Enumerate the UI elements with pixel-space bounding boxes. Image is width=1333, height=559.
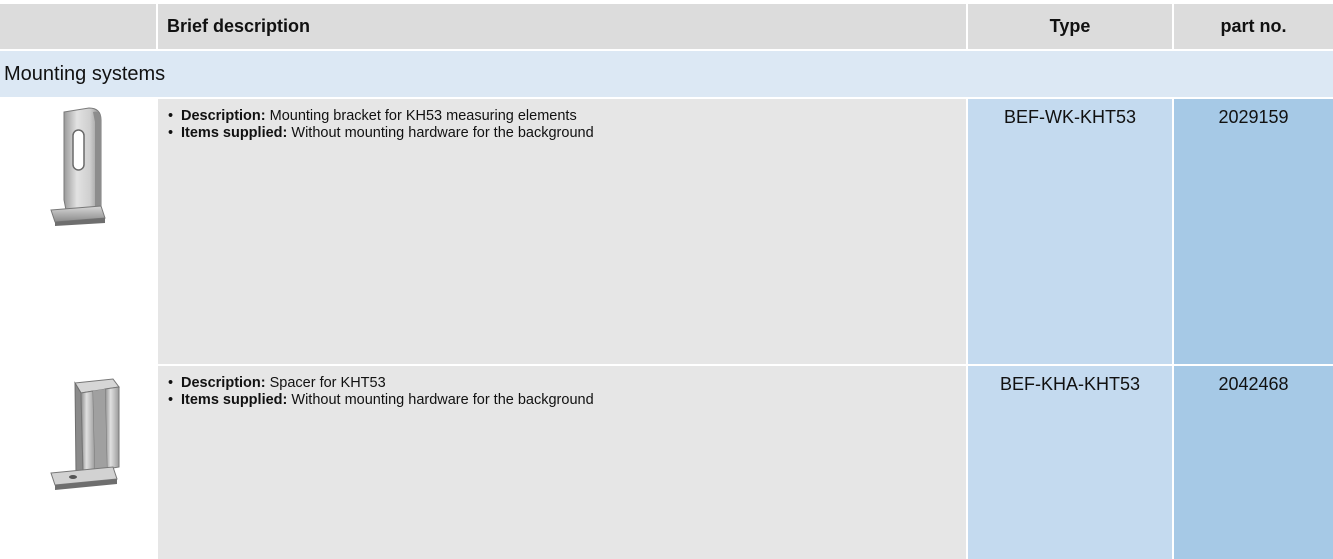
bullet-text: Spacer for KHT53 — [265, 375, 386, 391]
list-item: Items supplied: Without mounting hardwar… — [168, 392, 966, 409]
bullet-label: Items supplied: — [181, 392, 288, 408]
list-item: Description: Spacer for KHT53 — [168, 375, 966, 392]
bullet-label: Description: — [181, 375, 266, 391]
accessories-table: Brief description Type part no. Mounting… — [0, 0, 1333, 559]
table-header: Brief description Type part no. — [0, 4, 1333, 49]
bullet-text: Without mounting hardware for the backgr… — [287, 392, 594, 408]
header-part-no: part no. — [1174, 4, 1333, 49]
header-image-column — [0, 4, 156, 49]
description-cell: Description: Mounting bracket for KH53 m… — [158, 99, 966, 364]
type-cell: BEF-KHA-KHT53 — [968, 366, 1172, 559]
description-cell: Description: Spacer for KHT53 Items supp… — [158, 366, 966, 559]
list-item: Description: Mounting bracket for KH53 m… — [168, 108, 966, 125]
bullet-label: Description: — [181, 108, 266, 124]
spacer-photo — [21, 373, 143, 495]
bullet-label: Items supplied: — [181, 125, 288, 141]
description-bullets: Description: Spacer for KHT53 Items supp… — [168, 375, 966, 409]
bullet-text: Without mounting hardware for the backgr… — [287, 125, 594, 141]
part-no-cell: 2029159 — [1174, 99, 1333, 364]
list-item: Items supplied: Without mounting hardwar… — [168, 125, 966, 142]
type-cell: BEF-WK-KHT53 — [968, 99, 1172, 364]
table-row: Description: Mounting bracket for KH53 m… — [0, 99, 1333, 364]
description-bullets: Description: Mounting bracket for KH53 m… — [168, 108, 966, 142]
part-no-cell: 2042468 — [1174, 366, 1333, 559]
mounting-bracket-photo — [21, 106, 143, 228]
product-image-cell — [0, 366, 156, 559]
product-image-cell — [0, 99, 156, 364]
header-type: Type — [968, 4, 1172, 49]
table-row: Description: Spacer for KHT53 Items supp… — [0, 366, 1333, 559]
section-title: Mounting systems — [0, 51, 1333, 97]
header-brief-description: Brief description — [158, 4, 966, 49]
bullet-text: Mounting bracket for KH53 measuring elem… — [265, 108, 577, 124]
